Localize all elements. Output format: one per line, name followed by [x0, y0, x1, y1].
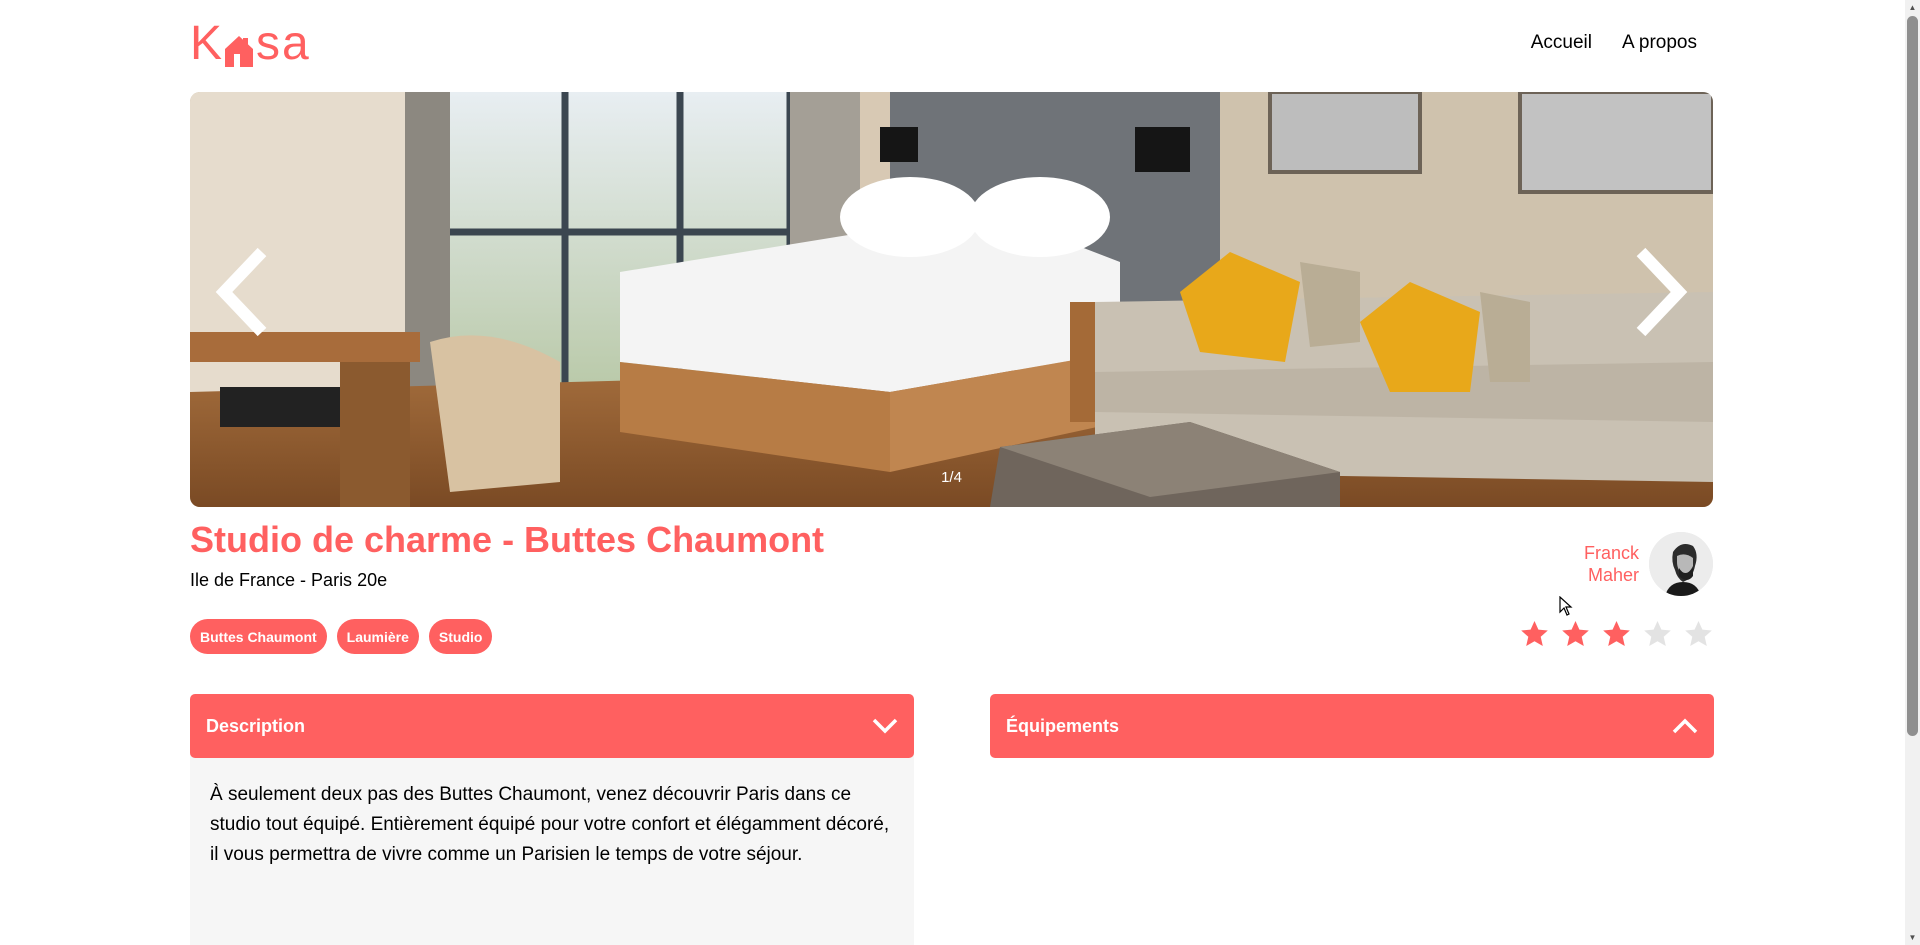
chevron-right-icon — [1636, 247, 1688, 337]
carousel-prev-button[interactable] — [210, 242, 280, 342]
description-collapse: Description À seulement deux pas des But… — [190, 694, 914, 945]
page: K sa Accueil A propos 1/4 Studio de char… — [0, 0, 1920, 945]
rating — [1520, 620, 1713, 648]
host-avatar — [1649, 532, 1713, 596]
host-name: Franck Maher — [1559, 542, 1639, 586]
carousel-next-button[interactable] — [1623, 242, 1693, 342]
image-carousel: 1/4 — [190, 92, 1713, 507]
kasa-logo[interactable]: K sa — [190, 17, 311, 70]
main-nav: Accueil A propos — [1531, 32, 1697, 54]
logo-letter-k: K — [190, 17, 225, 70]
chevron-up-icon — [1672, 718, 1698, 734]
equipments-collapse: Équipements — [990, 694, 1714, 758]
star-empty-icon — [1684, 620, 1713, 648]
chevron-down-icon — [872, 718, 898, 734]
equipments-toggle[interactable]: Équipements — [990, 694, 1714, 758]
star-filled-icon — [1520, 620, 1549, 648]
listing-location: Ile de France - Paris 20e — [190, 570, 388, 590]
chevron-left-icon — [215, 247, 267, 337]
listing-title: Studio de charme - Buttes Chaumont — [190, 519, 825, 560]
host-last-name: Maher — [1587, 565, 1639, 585]
carousel-counter: 1/4 — [941, 469, 962, 486]
description-title: Description — [206, 715, 306, 736]
header: K sa Accueil A propos — [190, 17, 1713, 72]
logo-letters-sa: sa — [256, 17, 311, 70]
tag: Buttes Chaumont — [190, 619, 327, 654]
hotel-room-photo — [190, 92, 1713, 507]
star-filled-icon — [1602, 620, 1631, 648]
tag: Laumière — [336, 619, 419, 654]
equipments-title: Équipements — [1006, 715, 1120, 736]
scroll-up-icon[interactable]: ▲ — [1905, 0, 1920, 15]
description-text: À seulement deux pas des Buttes Chaumont… — [190, 750, 914, 945]
host-first-name: Franck — [1583, 543, 1639, 563]
page-scrollbar[interactable]: ▲ ▼ — [1905, 0, 1920, 945]
tag-list: Buttes Chaumont Laumière Studio — [190, 619, 493, 654]
scrollbar-thumb[interactable] — [1907, 16, 1918, 736]
nav-link-a-propos[interactable]: A propos — [1622, 32, 1697, 54]
tag: Studio — [428, 619, 493, 654]
listing-info: Studio de charme - Buttes Chaumont Ile d… — [190, 518, 824, 591]
house-icon — [224, 31, 254, 67]
host-info: Franck Maher — [1559, 532, 1713, 596]
nav-link-accueil[interactable]: Accueil — [1531, 32, 1592, 54]
star-filled-icon — [1561, 620, 1590, 648]
star-empty-icon — [1643, 620, 1672, 648]
scroll-down-icon[interactable]: ▼ — [1905, 930, 1920, 945]
description-toggle[interactable]: Description — [190, 694, 914, 758]
mouse-cursor-icon — [1559, 596, 1573, 616]
